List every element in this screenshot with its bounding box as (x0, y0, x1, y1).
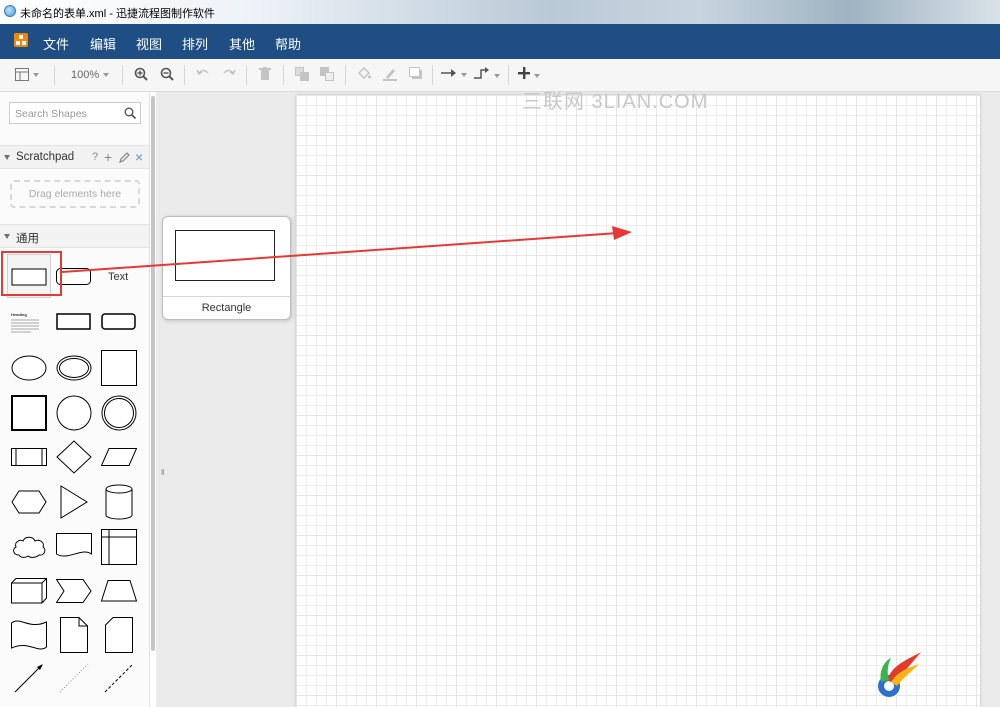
page-grid (296, 95, 980, 707)
to-back-icon (320, 67, 334, 81)
general-section-header[interactable]: 通用 (0, 224, 149, 248)
elbow-connector-icon (474, 67, 489, 79)
shadow-icon (409, 67, 422, 79)
zoom-out-icon (160, 67, 174, 81)
shape-dotted-line[interactable] (58, 662, 90, 694)
shape-rectangle-bold[interactable] (56, 313, 92, 331)
panel-toggle-button[interactable] (15, 67, 39, 82)
shape-step[interactable] (56, 579, 92, 603)
sidebar-scrollbar[interactable] (151, 96, 155, 651)
rectangle-preview (175, 230, 275, 281)
shape-hexagon[interactable] (11, 490, 47, 514)
close-icon[interactable]: × (135, 149, 143, 165)
shape-square-bold[interactable] (11, 395, 47, 431)
shape-note[interactable] (60, 617, 88, 653)
shape-diamond[interactable] (56, 440, 92, 474)
scratchpad-drop-zone[interactable]: Drag elements here (10, 180, 140, 208)
menu-view[interactable]: 视图 (136, 34, 162, 53)
pencil-icon (383, 69, 397, 81)
connection-style-dropdown[interactable] (441, 67, 467, 81)
shape-textbox[interactable]: Heading (11, 312, 41, 334)
drop-hint: Drag elements here (28, 188, 122, 200)
window-title-bar: 未命名的表单.xml - 迅捷流程图制作软件 (0, 0, 1000, 24)
tooltip-divider (163, 296, 290, 297)
line-color-button[interactable] (383, 67, 397, 84)
search-shapes-input[interactable]: Search Shapes (9, 102, 141, 124)
zoom-dropdown[interactable]: 100% (71, 68, 110, 82)
menu-arrange[interactable]: 排列 (182, 34, 208, 53)
layout-panel-icon (15, 68, 29, 82)
search-icon[interactable] (124, 107, 136, 119)
shape-cube[interactable] (11, 578, 47, 604)
collapse-triangle-icon (4, 234, 10, 239)
menu-edit[interactable]: 编辑 (90, 34, 116, 53)
brand-logo-icon (878, 652, 921, 697)
redo-button[interactable] (222, 67, 236, 82)
help-icon[interactable]: ? (92, 151, 98, 163)
shape-preview-tooltip: Rectangle (162, 216, 291, 320)
shape-internal-storage[interactable] (101, 529, 137, 565)
to-front-icon (295, 67, 309, 81)
shape-trapezoid[interactable] (101, 580, 137, 602)
shape-cylinder[interactable] (105, 484, 133, 520)
shape-arrow-line[interactable] (13, 662, 45, 694)
shape-dashed-line[interactable] (103, 662, 135, 694)
edit-icon[interactable] (119, 152, 130, 166)
undo-button[interactable] (196, 67, 210, 82)
scratchpad-header[interactable]: Scratchpad ? + × (0, 145, 149, 169)
zoom-level: 100% (71, 69, 100, 81)
to-back-button[interactable] (320, 67, 334, 84)
shape-triangle[interactable] (59, 485, 89, 519)
shape-square[interactable] (101, 350, 137, 386)
shape-rounded-rectangle-bold[interactable] (101, 313, 137, 331)
zoom-out-button[interactable] (160, 67, 174, 84)
arrow-right-icon (441, 69, 456, 77)
shape-ellipse[interactable] (11, 355, 47, 381)
app-logo-icon (14, 33, 28, 47)
menu-help[interactable]: 帮助 (275, 34, 301, 53)
toolbar: 100% (0, 59, 1000, 92)
shape-text[interactable]: Text (108, 271, 128, 283)
general-section-title: 通用 (16, 233, 39, 245)
menu-bar: 文件 编辑 视图 排列 其他 帮助 (0, 24, 1000, 59)
watermark-text: 三联网 3LIAN.COM (522, 91, 709, 113)
menu-file[interactable]: 文件 (43, 34, 69, 53)
annotation-highlight-box (1, 251, 62, 296)
undo-icon (196, 69, 209, 76)
app-icon (4, 5, 16, 17)
zoom-in-icon (134, 67, 148, 81)
shape-cloud[interactable] (11, 535, 47, 559)
tooltip-shape-name: Rectangle (201, 302, 252, 314)
search-placeholder: Search Shapes (15, 108, 87, 120)
trash-icon (259, 67, 271, 80)
plus-icon (518, 67, 530, 79)
shape-process[interactable] (11, 448, 47, 466)
insert-button[interactable] (518, 67, 540, 82)
zoom-in-button[interactable] (134, 67, 148, 84)
scratchpad-title: Scratchpad (16, 151, 75, 163)
shape-card[interactable] (105, 617, 133, 653)
shape-parallelogram[interactable] (101, 448, 137, 466)
shape-double-ellipse[interactable] (56, 355, 92, 381)
sidebar-resize-handle[interactable]: ‖ (161, 468, 164, 477)
menu-extras[interactable]: 其他 (229, 34, 255, 53)
shadow-button[interactable] (409, 67, 423, 83)
waypoint-style-dropdown[interactable] (474, 67, 500, 82)
collapse-triangle-icon (4, 155, 10, 160)
to-front-button[interactable] (295, 67, 309, 84)
shape-circle[interactable] (56, 395, 92, 431)
delete-button[interactable] (259, 67, 271, 84)
shape-tape[interactable] (11, 618, 47, 652)
window-title: 未命名的表单.xml - 迅捷流程图制作软件 (20, 8, 215, 20)
fill-color-button[interactable] (357, 66, 371, 84)
paint-bucket-icon (357, 66, 371, 80)
shape-document[interactable] (56, 533, 92, 559)
shape-double-circle[interactable] (101, 395, 137, 431)
redo-icon (223, 69, 236, 76)
add-icon[interactable]: + (104, 149, 112, 165)
